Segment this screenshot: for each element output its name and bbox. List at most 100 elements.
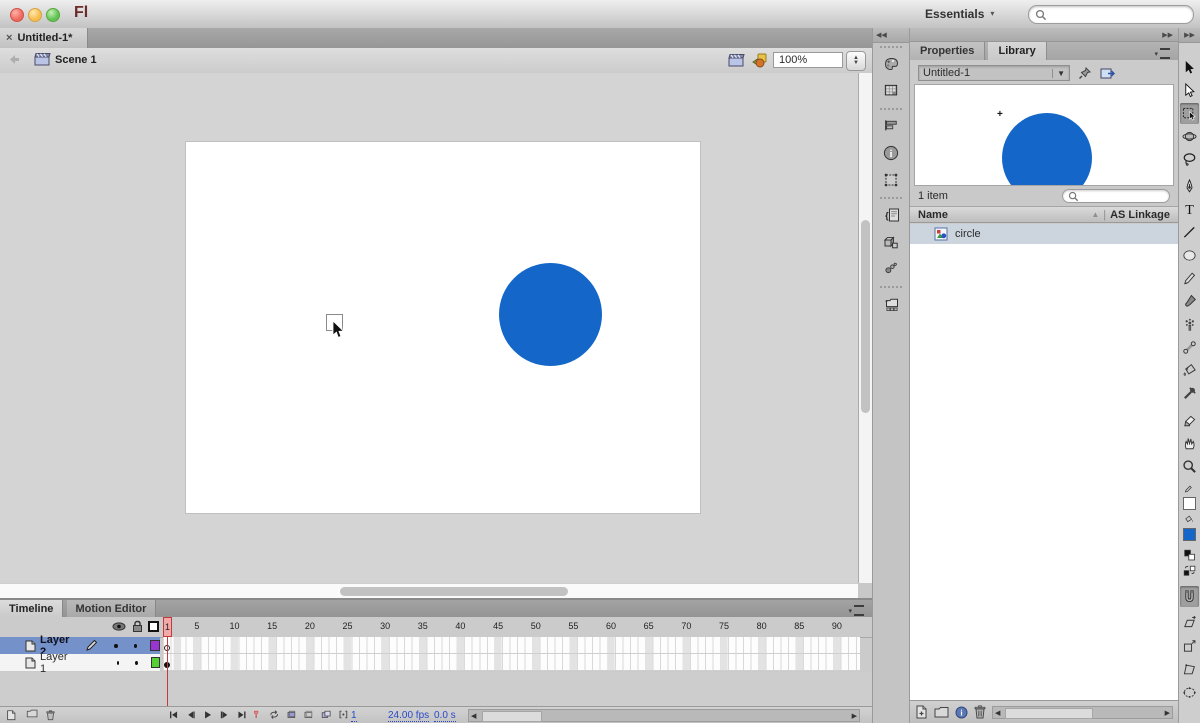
layer-2-frames[interactable] — [163, 637, 860, 654]
tool-snap-magnet-icon[interactable] — [1180, 586, 1199, 607]
back-arrow-icon[interactable] — [8, 54, 20, 65]
loop-icon[interactable] — [267, 710, 282, 722]
first-frame-icon[interactable] — [168, 710, 181, 722]
outline-layers-icon[interactable] — [148, 621, 159, 632]
zoom-level-input[interactable]: 100% — [773, 52, 843, 68]
tab-timeline[interactable]: Timeline — [0, 600, 63, 617]
play-icon[interactable] — [202, 710, 215, 722]
zoom-stepper[interactable]: ▲▼ — [846, 51, 866, 71]
panel-project-icon[interactable] — [874, 291, 908, 317]
edit-multiple-frames-icon[interactable] — [320, 710, 334, 722]
layer-visibility-dot[interactable] — [117, 661, 120, 665]
column-as-linkage[interactable]: AS Linkage — [1110, 209, 1170, 221]
tool-rotate-skew-icon[interactable] — [1180, 612, 1199, 633]
stroke-color-swatch[interactable] — [1183, 497, 1196, 510]
vertical-scroll-thumb[interactable] — [861, 220, 870, 413]
tool-lasso-icon[interactable] — [1180, 149, 1199, 170]
tool-swap-colors-icon[interactable] — [1180, 561, 1199, 582]
tool-zoom-icon[interactable] — [1180, 456, 1199, 477]
panel-components-icon[interactable] — [874, 229, 908, 255]
panel-motion-presets-icon[interactable] — [874, 256, 908, 282]
tool-pencil-icon[interactable] — [1180, 268, 1199, 289]
workspace-switcher[interactable]: Essentials ▾ — [925, 5, 1010, 22]
layer-outline-color-swatch[interactable] — [151, 657, 160, 668]
stage-canvas[interactable] — [185, 141, 701, 514]
stage-blue-circle[interactable] — [499, 263, 602, 366]
new-symbol-icon[interactable] — [915, 705, 928, 719]
tool-spray-brush-icon[interactable] — [1180, 314, 1199, 335]
edit-symbols-icon[interactable] — [751, 52, 768, 68]
tool-free-transform-icon[interactable] — [1180, 103, 1199, 124]
tool-line-icon[interactable] — [1180, 222, 1199, 243]
horizontal-scroll-thumb[interactable] — [340, 587, 568, 596]
stage-horizontal-scrollbar[interactable] — [0, 583, 858, 599]
tab-motion-editor[interactable]: Motion Editor — [67, 600, 157, 617]
stage-vertical-scrollbar[interactable] — [858, 73, 873, 583]
timeline-frame-ruler[interactable]: 51015202530354045505560657075808590 — [163, 617, 860, 637]
tool-eraser-icon[interactable] — [1180, 410, 1199, 431]
tool-bone-icon[interactable] — [1180, 337, 1199, 358]
last-frame-icon[interactable] — [236, 710, 249, 722]
minimize-window-button[interactable] — [28, 8, 42, 22]
panel-info-icon[interactable]: i — [874, 140, 908, 166]
current-frame-field[interactable]: 1 — [351, 710, 357, 722]
timeline-scroll-thumb[interactable] — [482, 711, 542, 722]
library-panel-menu-icon[interactable]: ▾ — [1154, 48, 1170, 59]
step-back-icon[interactable] — [185, 710, 198, 722]
show-hide-layers-icon[interactable] — [112, 621, 126, 632]
library-document-select[interactable]: Untitled-1 ▼ — [918, 65, 1070, 81]
timeline-horizontal-scrollbar[interactable]: ◀ ▶ — [468, 709, 860, 722]
column-name[interactable]: Name — [918, 209, 948, 221]
library-item-name[interactable]: circle — [955, 228, 981, 240]
layer-visibility-dot[interactable] — [114, 644, 117, 648]
timeline-panel-menu-icon[interactable]: ▾ — [848, 605, 864, 616]
playhead-frame-marker[interactable]: 1 — [163, 617, 172, 637]
tool-brush-icon[interactable] — [1180, 291, 1199, 312]
tool-subselection-icon[interactable] — [1180, 80, 1199, 101]
collapse-panel-bar[interactable]: ▶▶ — [910, 28, 1178, 42]
fill-color-swatch[interactable] — [1183, 528, 1196, 541]
panel-align-icon[interactable] — [874, 113, 908, 139]
scroll-right-icon[interactable]: ▶ — [852, 712, 857, 720]
tool-pen-icon[interactable] — [1180, 176, 1199, 197]
sort-triangle-icon[interactable]: ▲ — [1091, 210, 1099, 219]
tab-library[interactable]: Library — [988, 42, 1046, 60]
tool-selection-icon[interactable] — [1180, 57, 1199, 78]
tool-eyedropper-icon[interactable] — [1180, 383, 1199, 404]
lock-layers-icon[interactable] — [132, 620, 143, 633]
frame-rate-field[interactable]: 24.00 fps — [388, 710, 429, 722]
breadcrumb-scene[interactable]: Scene 1 — [55, 54, 97, 66]
modify-markers-icon[interactable] — [338, 710, 351, 722]
onion-skin-outlines-icon[interactable] — [303, 710, 316, 722]
step-forward-icon[interactable] — [219, 710, 232, 722]
center-playhead-icon[interactable] — [253, 709, 263, 722]
edit-scene-icon[interactable] — [728, 53, 745, 68]
scroll-left-icon[interactable]: ◀ — [995, 709, 1000, 717]
layer-outline-color-swatch[interactable] — [150, 640, 160, 651]
tool-hand-icon[interactable] — [1180, 433, 1199, 454]
tool-3d-rotation-icon[interactable] — [1180, 126, 1199, 147]
item-properties-icon[interactable]: i — [955, 706, 968, 719]
layer-row-1[interactable]: Layer 1 — [0, 654, 160, 671]
layer-1-frames[interactable] — [163, 654, 860, 671]
scroll-right-icon[interactable]: ▶ — [1165, 709, 1170, 717]
app-search-input[interactable] — [1028, 5, 1194, 24]
delete-item-icon[interactable] — [974, 705, 986, 719]
dock-grip-handle[interactable] — [873, 43, 909, 50]
library-item-row[interactable]: circle — [910, 224, 1178, 244]
new-library-panel-icon[interactable] — [1100, 67, 1116, 80]
panel-color-icon[interactable] — [874, 51, 908, 77]
scroll-left-icon[interactable]: ◀ — [471, 712, 476, 720]
new-folder-icon[interactable] — [934, 706, 949, 718]
dock-grip-handle[interactable] — [873, 105, 909, 112]
tab-properties[interactable]: Properties — [910, 42, 985, 60]
new-layer-icon[interactable] — [6, 709, 19, 723]
stage-viewport[interactable] — [0, 73, 858, 583]
layer-row-2[interactable]: Layer 2 — [0, 637, 160, 654]
tool-envelope-icon[interactable] — [1180, 682, 1199, 703]
layer-name[interactable]: Layer 1 — [40, 651, 68, 675]
layer-lock-dot[interactable] — [135, 661, 138, 665]
tool-fill-swatch[interactable] — [1180, 524, 1199, 545]
tool-text-icon[interactable]: T — [1180, 199, 1199, 220]
tool-distort-icon[interactable] — [1180, 659, 1199, 680]
